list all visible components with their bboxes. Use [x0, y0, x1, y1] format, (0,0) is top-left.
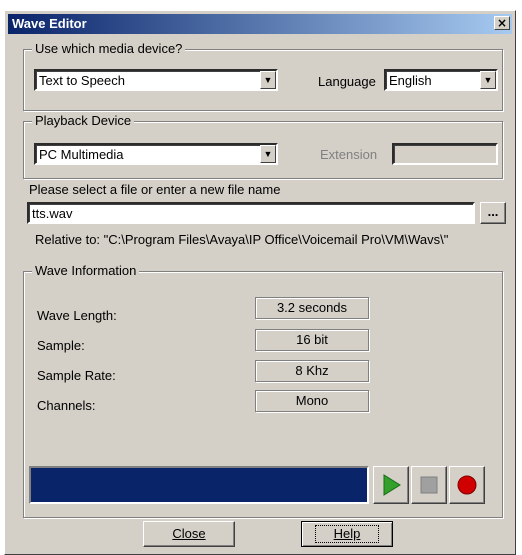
language-select[interactable]: English ▼	[384, 69, 498, 91]
sample-rate-label: Sample Rate:	[37, 368, 116, 383]
close-button[interactable]: Close	[143, 521, 235, 547]
media-device-group: Use which media device? Text to Speech ▼…	[23, 41, 503, 111]
chevron-down-icon[interactable]: ▼	[480, 71, 496, 89]
media-device-select[interactable]: Text to Speech ▼	[34, 69, 278, 91]
wave-length-label: Wave Length:	[37, 308, 117, 323]
title-bar: Wave Editor ×	[8, 14, 512, 34]
chevron-down-icon[interactable]: ▼	[260, 145, 276, 163]
wave-information-legend: Wave Information	[32, 263, 140, 279]
media-device-value: Text to Speech	[39, 73, 125, 88]
media-device-legend: Use which media device?	[32, 41, 186, 57]
sample-value: 16 bit	[255, 329, 369, 351]
close-button-label: Close	[172, 526, 206, 541]
extension-field	[392, 143, 498, 165]
record-button[interactable]	[449, 466, 485, 504]
help-button-label: Help	[314, 525, 380, 543]
relative-path-text: Relative to: "C:\Program Files\Avaya\IP …	[35, 232, 449, 247]
language-label: Language	[318, 74, 376, 89]
sample-rate-value: 8 Khz	[255, 360, 369, 382]
playback-device-select[interactable]: PC Multimedia ▼	[34, 143, 278, 165]
play-button[interactable]	[373, 466, 409, 504]
file-name-value: tts.wav	[32, 206, 73, 221]
language-value: English	[389, 73, 432, 88]
channels-value: Mono	[255, 390, 369, 412]
playback-device-value: PC Multimedia	[39, 147, 124, 162]
channels-label: Channels:	[37, 398, 96, 413]
stop-button[interactable]	[411, 466, 447, 504]
wave-length-value: 3.2 seconds	[255, 297, 369, 319]
chevron-down-icon[interactable]: ▼	[260, 71, 276, 89]
file-prompt: Please select a file or enter a new file…	[29, 182, 281, 197]
help-button[interactable]: Help	[301, 521, 393, 547]
wave-progress-bar[interactable]	[29, 466, 369, 504]
stop-icon	[420, 476, 438, 494]
playback-device-group: Playback Device PC Multimedia ▼ Extensio…	[23, 113, 503, 179]
record-icon	[457, 475, 477, 495]
close-icon[interactable]: ×	[494, 16, 510, 30]
extension-label: Extension	[320, 147, 378, 162]
file-name-input[interactable]: tts.wav	[27, 202, 475, 224]
window-title: Wave Editor	[12, 16, 87, 31]
wave-editor-window: Wave Editor × Use which media device? Te…	[4, 10, 516, 555]
browse-button[interactable]: ...	[480, 202, 506, 224]
sample-label: Sample:	[37, 338, 85, 353]
playback-device-legend: Playback Device	[32, 113, 135, 129]
play-icon	[383, 474, 401, 496]
